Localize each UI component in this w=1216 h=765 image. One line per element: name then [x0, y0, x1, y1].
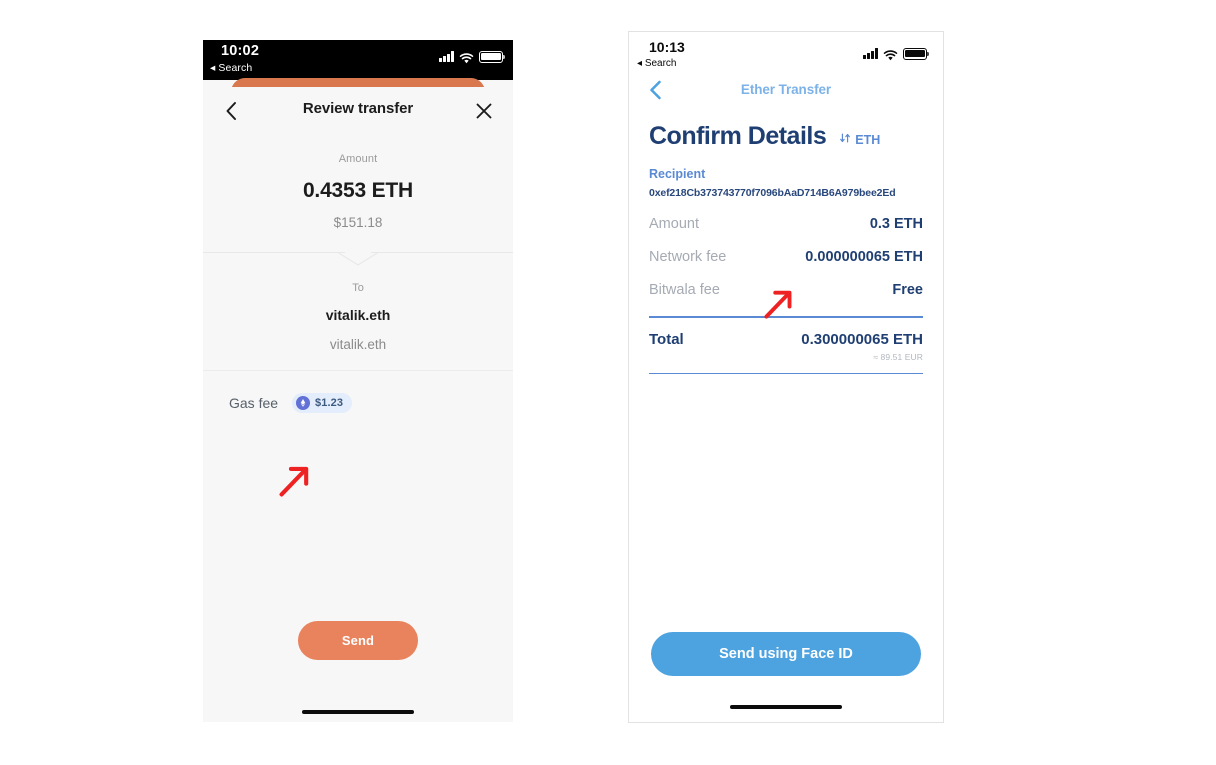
- status-bar: 10:13 ◂ Search: [629, 32, 943, 72]
- status-bar-back-to-app[interactable]: ◂ Search: [637, 58, 677, 69]
- battery-icon: [479, 51, 506, 63]
- confirm-details-body: Confirm Details ETH Recipient 0xef218Cb3…: [629, 122, 943, 375]
- sort-arrows-icon: [839, 132, 851, 147]
- chevron-down-notch-icon: [337, 252, 379, 271]
- notched-divider: [203, 252, 513, 266]
- page-title: Confirm Details: [649, 122, 827, 150]
- annotation-arrow-network-fee: [762, 288, 796, 325]
- status-bar-time: 10:02: [221, 43, 260, 59]
- page-title: Review transfer: [302, 100, 414, 117]
- recipient-section: To vitalik.eth vitalik.eth: [203, 266, 513, 370]
- phone-screenshot-left: 10:02 ◂ Search Review transfer Amount 0.…: [203, 40, 513, 722]
- divider-line-left: [203, 252, 345, 253]
- gas-fee-row: Gas fee $1.23: [203, 371, 513, 413]
- total-fiat-value: ≈ 89.51 EUR: [873, 351, 923, 362]
- recipient-address: 0xef218Cb373743770f7096bAaD714B6A979bee2…: [649, 187, 896, 199]
- currency-toggle-label: ETH: [855, 132, 881, 147]
- detail-row-amount: Amount 0.3 ETH: [649, 216, 923, 232]
- currency-toggle[interactable]: ETH: [839, 132, 880, 147]
- ethereum-icon: [296, 396, 311, 410]
- recipient-name: vitalik.eth: [325, 307, 391, 323]
- amount-fiat-value: $151.18: [333, 215, 383, 230]
- navigation-bar: Ether Transfer: [629, 72, 943, 112]
- status-bar-back-app-label: Search: [644, 58, 677, 69]
- cellular-signal-icon: [863, 48, 878, 60]
- status-bar-back-app-label: Search: [218, 62, 253, 74]
- total-label: Total: [649, 330, 684, 348]
- status-bar-time: 10:13: [649, 39, 685, 55]
- gas-fee-badge[interactable]: $1.23: [292, 393, 353, 413]
- wifi-icon: [883, 48, 898, 61]
- gas-fee-amount: $1.23: [315, 397, 344, 409]
- recipient-label: To: [352, 282, 364, 294]
- detail-row-value: Free: [892, 282, 923, 298]
- triangle-left-icon: ◂: [637, 58, 643, 69]
- amount-section: Amount 0.4353 ETH $151.18: [203, 137, 513, 230]
- cellular-signal-icon: [439, 51, 454, 63]
- detail-row-network-fee: Network fee 0.000000065 ETH: [649, 249, 923, 265]
- home-indicator: [302, 709, 414, 714]
- home-indicator: [730, 704, 842, 709]
- detail-row-value: 0.000000065 ETH: [805, 249, 923, 265]
- phone-screenshot-right: 10:13 ◂ Search Ether Transfer Confirm De…: [628, 31, 944, 723]
- detail-row-label: Amount: [649, 216, 699, 232]
- recipient-label: Recipient: [649, 167, 706, 181]
- total-value: 0.300000065 ETH: [801, 330, 923, 348]
- amount-value: 0.4353 ETH: [302, 179, 414, 202]
- total-value-group: 0.300000065 ETH ≈ 89.51 EUR: [801, 331, 923, 362]
- recipient-address: vitalik.eth: [329, 337, 387, 352]
- status-bar-icons: [439, 51, 506, 64]
- page-subtitle: Ether Transfer: [740, 82, 832, 97]
- status-bar: 10:02 ◂ Search: [203, 40, 513, 80]
- divider-line-right: [371, 252, 513, 253]
- detail-row-label: Network fee: [649, 249, 727, 265]
- detail-row-value: 0.3 ETH: [869, 216, 923, 232]
- detail-row-label: Bitwala fee: [649, 282, 720, 298]
- amount-label: Amount: [338, 153, 378, 165]
- wifi-icon: [459, 51, 474, 64]
- navigation-bar: Review transfer: [203, 87, 513, 137]
- total-divider-bottom: [649, 372, 923, 375]
- send-using-face-id-button[interactable]: Send using Face ID: [651, 632, 921, 676]
- send-button[interactable]: Send: [298, 621, 418, 660]
- total-row: Total 0.300000065 ETH ≈ 89.51 EUR: [649, 331, 923, 362]
- annotation-arrow-gas-fee: [277, 464, 313, 503]
- status-bar-back-to-app[interactable]: ◂ Search: [210, 62, 252, 74]
- triangle-left-icon: ◂: [210, 62, 216, 74]
- close-button[interactable]: [470, 97, 498, 125]
- page-title-row: Confirm Details ETH: [649, 122, 923, 151]
- status-bar-icons: [863, 48, 930, 61]
- gas-fee-label: Gas fee: [229, 395, 279, 411]
- review-transfer-sheet: Review transfer Amount 0.4353 ETH $151.1…: [203, 87, 513, 722]
- battery-icon: [903, 48, 930, 60]
